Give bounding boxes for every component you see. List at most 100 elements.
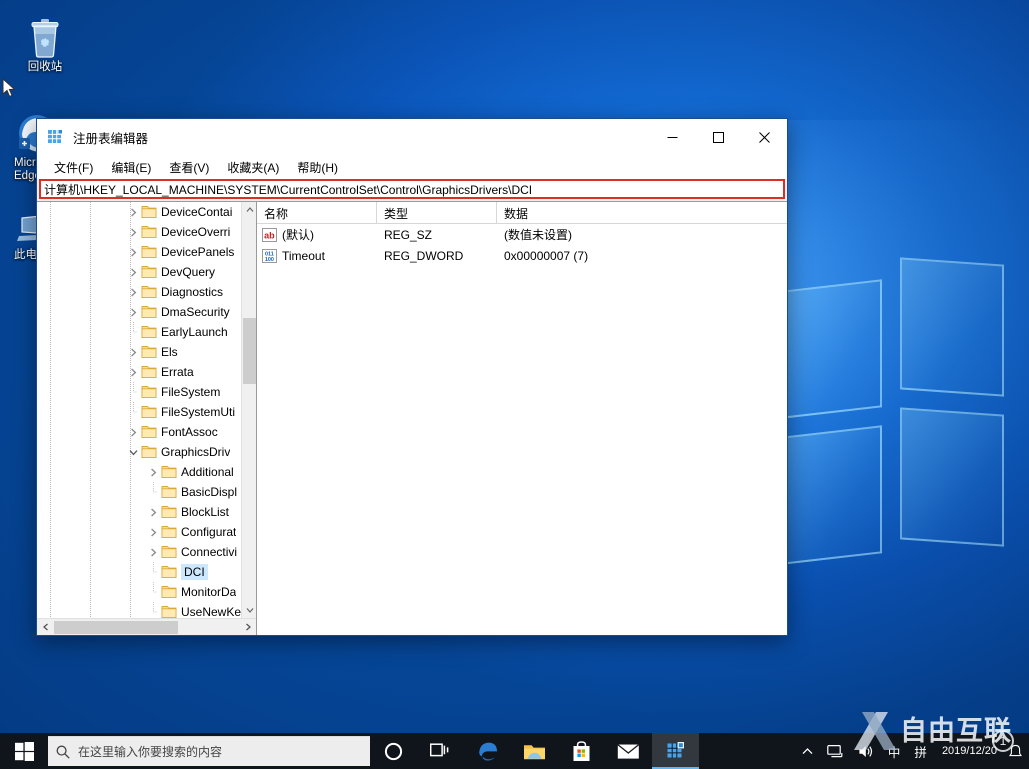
taskbar-cortana[interactable] (370, 733, 417, 769)
menu-view[interactable]: 查看(V) (160, 156, 218, 179)
tree-node[interactable]: DevQuery (37, 262, 256, 282)
chevron-right-icon[interactable] (125, 222, 141, 242)
tree-vertical-scrollbar[interactable] (241, 202, 256, 618)
chevron-right-icon[interactable] (145, 462, 161, 482)
tree-node[interactable]: DeviceContai (37, 202, 256, 222)
chevron-right-icon[interactable] (145, 522, 161, 542)
desktop-icon-recycle-bin[interactable]: 回收站 (8, 12, 82, 74)
tree-node[interactable]: MonitorDa (37, 582, 256, 602)
value-row[interactable]: ab(默认)REG_SZ(数值未设置) (257, 224, 787, 245)
chevron-right-icon[interactable] (125, 422, 141, 442)
show-hidden-icons-button[interactable] (795, 733, 820, 769)
string-value-icon: ab (262, 228, 277, 242)
column-header-name[interactable]: 名称 (257, 202, 377, 224)
registry-tree-pane[interactable]: DeviceContaiDeviceOverri DevicePanels DevQ… (37, 202, 257, 635)
edge-icon (477, 740, 499, 762)
start-button[interactable] (0, 733, 48, 769)
menu-help[interactable]: 帮助(H) (288, 156, 347, 179)
tree-node[interactable]: DeviceOverri (37, 222, 256, 242)
scroll-left-arrow[interactable] (37, 619, 54, 636)
taskbar-task-view[interactable] (417, 733, 464, 769)
tree-leaf-connector (145, 582, 161, 602)
cortana-circle-icon (384, 742, 403, 761)
taskbar-mail[interactable] (605, 733, 652, 769)
tree-node[interactable]: Errata (37, 362, 256, 382)
chevron-right-icon[interactable] (125, 342, 141, 362)
tree-node[interactable]: BasicDispl (37, 482, 256, 502)
taskbar-registry-editor[interactable] (652, 733, 699, 769)
registry-values-pane[interactable]: 名称 类型 数据 ab(默认)REG_SZ(数值未设置)011100Timeou… (257, 202, 787, 635)
chevron-right-icon[interactable] (125, 242, 141, 262)
chevron-right-icon[interactable] (125, 262, 141, 282)
tree-node[interactable]: FontAssoc (37, 422, 256, 442)
chevron-down-icon[interactable] (125, 442, 141, 462)
folder-icon (141, 244, 157, 260)
folder-icon (141, 364, 157, 380)
value-name-text: Timeout (282, 249, 325, 263)
search-input[interactable]: 在这里输入你要搜索的内容 (48, 736, 370, 766)
close-button[interactable] (741, 119, 787, 155)
tree-node[interactable]: DevicePanels (37, 242, 256, 262)
value-name-cell: 011100Timeout (257, 245, 377, 266)
scroll-right-arrow[interactable] (239, 619, 256, 636)
folder-icon (141, 404, 157, 420)
tree-node-label: DevicePanels (161, 245, 234, 259)
column-header-data[interactable]: 数据 (497, 202, 787, 224)
menu-edit[interactable]: 编辑(E) (102, 156, 160, 179)
chevron-right-icon[interactable] (125, 362, 141, 382)
maximize-button[interactable] (695, 119, 741, 155)
tree-node[interactable]: Configurat (37, 522, 256, 542)
chevron-right-icon[interactable] (125, 302, 141, 322)
taskbar-microsoft-edge[interactable] (464, 733, 511, 769)
menu-bar[interactable]: 文件(F) 编辑(E) 查看(V) 收藏夹(A) 帮助(H) (37, 155, 787, 179)
chevron-right-icon[interactable] (125, 282, 141, 302)
folder-icon (141, 424, 157, 440)
chevron-right-icon[interactable] (145, 502, 161, 522)
tree-horizontal-scrollbar[interactable] (37, 618, 256, 635)
tree-node[interactable]: UseNewKe (37, 602, 256, 618)
minimize-button[interactable] (649, 119, 695, 155)
tree-node[interactable]: Diagnostics (37, 282, 256, 302)
system-tray[interactable]: 中 拼 2019/12/20 (795, 733, 1029, 769)
tree-node-label: DCI (181, 564, 208, 580)
tree-node[interactable]: Additional (37, 462, 256, 482)
tree-node-label: FontAssoc (161, 425, 218, 439)
values-column-header[interactable]: 名称 类型 数据 (257, 202, 787, 224)
folder-icon (141, 344, 157, 360)
column-header-type[interactable]: 类型 (377, 202, 497, 224)
tree-node[interactable]: FileSystemUti (37, 402, 256, 422)
menu-file[interactable]: 文件(F) (45, 156, 102, 179)
tree-node[interactable]: GraphicsDriv (37, 442, 256, 462)
value-row[interactable]: 011100TimeoutREG_DWORD0x00000007 (7) (257, 245, 787, 266)
network-icon[interactable] (820, 733, 851, 769)
chevron-right-icon[interactable] (125, 202, 141, 222)
menu-favorites[interactable]: 收藏夹(A) (218, 156, 288, 179)
tree-node[interactable]: BlockList (37, 502, 256, 522)
ime-mode-indicator[interactable]: 中 (881, 733, 908, 769)
clock[interactable]: 2019/12/20 (934, 733, 1005, 769)
registry-editor-window[interactable]: 注册表编辑器 文件(F) 编辑(E) 查看(V) 收藏夹(A) 帮助(H) 计算… (36, 118, 788, 636)
tree-scroll-thumb[interactable] (243, 318, 256, 384)
volume-icon[interactable] (851, 733, 881, 769)
folder-icon (141, 304, 157, 320)
tree-node-selected[interactable]: DCI (37, 562, 256, 582)
tree-node[interactable]: FileSystem (37, 382, 256, 402)
tree-node[interactable]: DmaSecurity (37, 302, 256, 322)
registry-tree[interactable]: DeviceContaiDeviceOverri DevicePanels DevQ… (37, 202, 256, 618)
svg-text:ab: ab (264, 230, 275, 240)
taskbar-file-explorer[interactable] (511, 733, 558, 769)
tree-hscroll-thumb[interactable] (54, 621, 178, 634)
ime-pinyin-indicator[interactable]: 拼 (907, 733, 934, 769)
tree-node[interactable]: Connectivi (37, 542, 256, 562)
tree-node[interactable]: Els (37, 342, 256, 362)
taskbar[interactable]: 在这里输入你要搜索的内容 (0, 733, 1029, 769)
notifications-button[interactable] (1005, 733, 1025, 769)
taskbar-microsoft-store[interactable] (558, 733, 605, 769)
scroll-up-arrow[interactable] (242, 202, 256, 218)
tree-node[interactable]: EarlyLaunch (37, 322, 256, 342)
registry-path-bar[interactable]: 计算机\HKEY_LOCAL_MACHINE\SYSTEM\CurrentCon… (39, 179, 785, 199)
scroll-down-arrow[interactable] (242, 602, 256, 618)
chevron-right-icon[interactable] (145, 542, 161, 562)
tree-node-label: EarlyLaunch (161, 325, 228, 339)
window-titlebar[interactable]: 注册表编辑器 (37, 119, 787, 155)
